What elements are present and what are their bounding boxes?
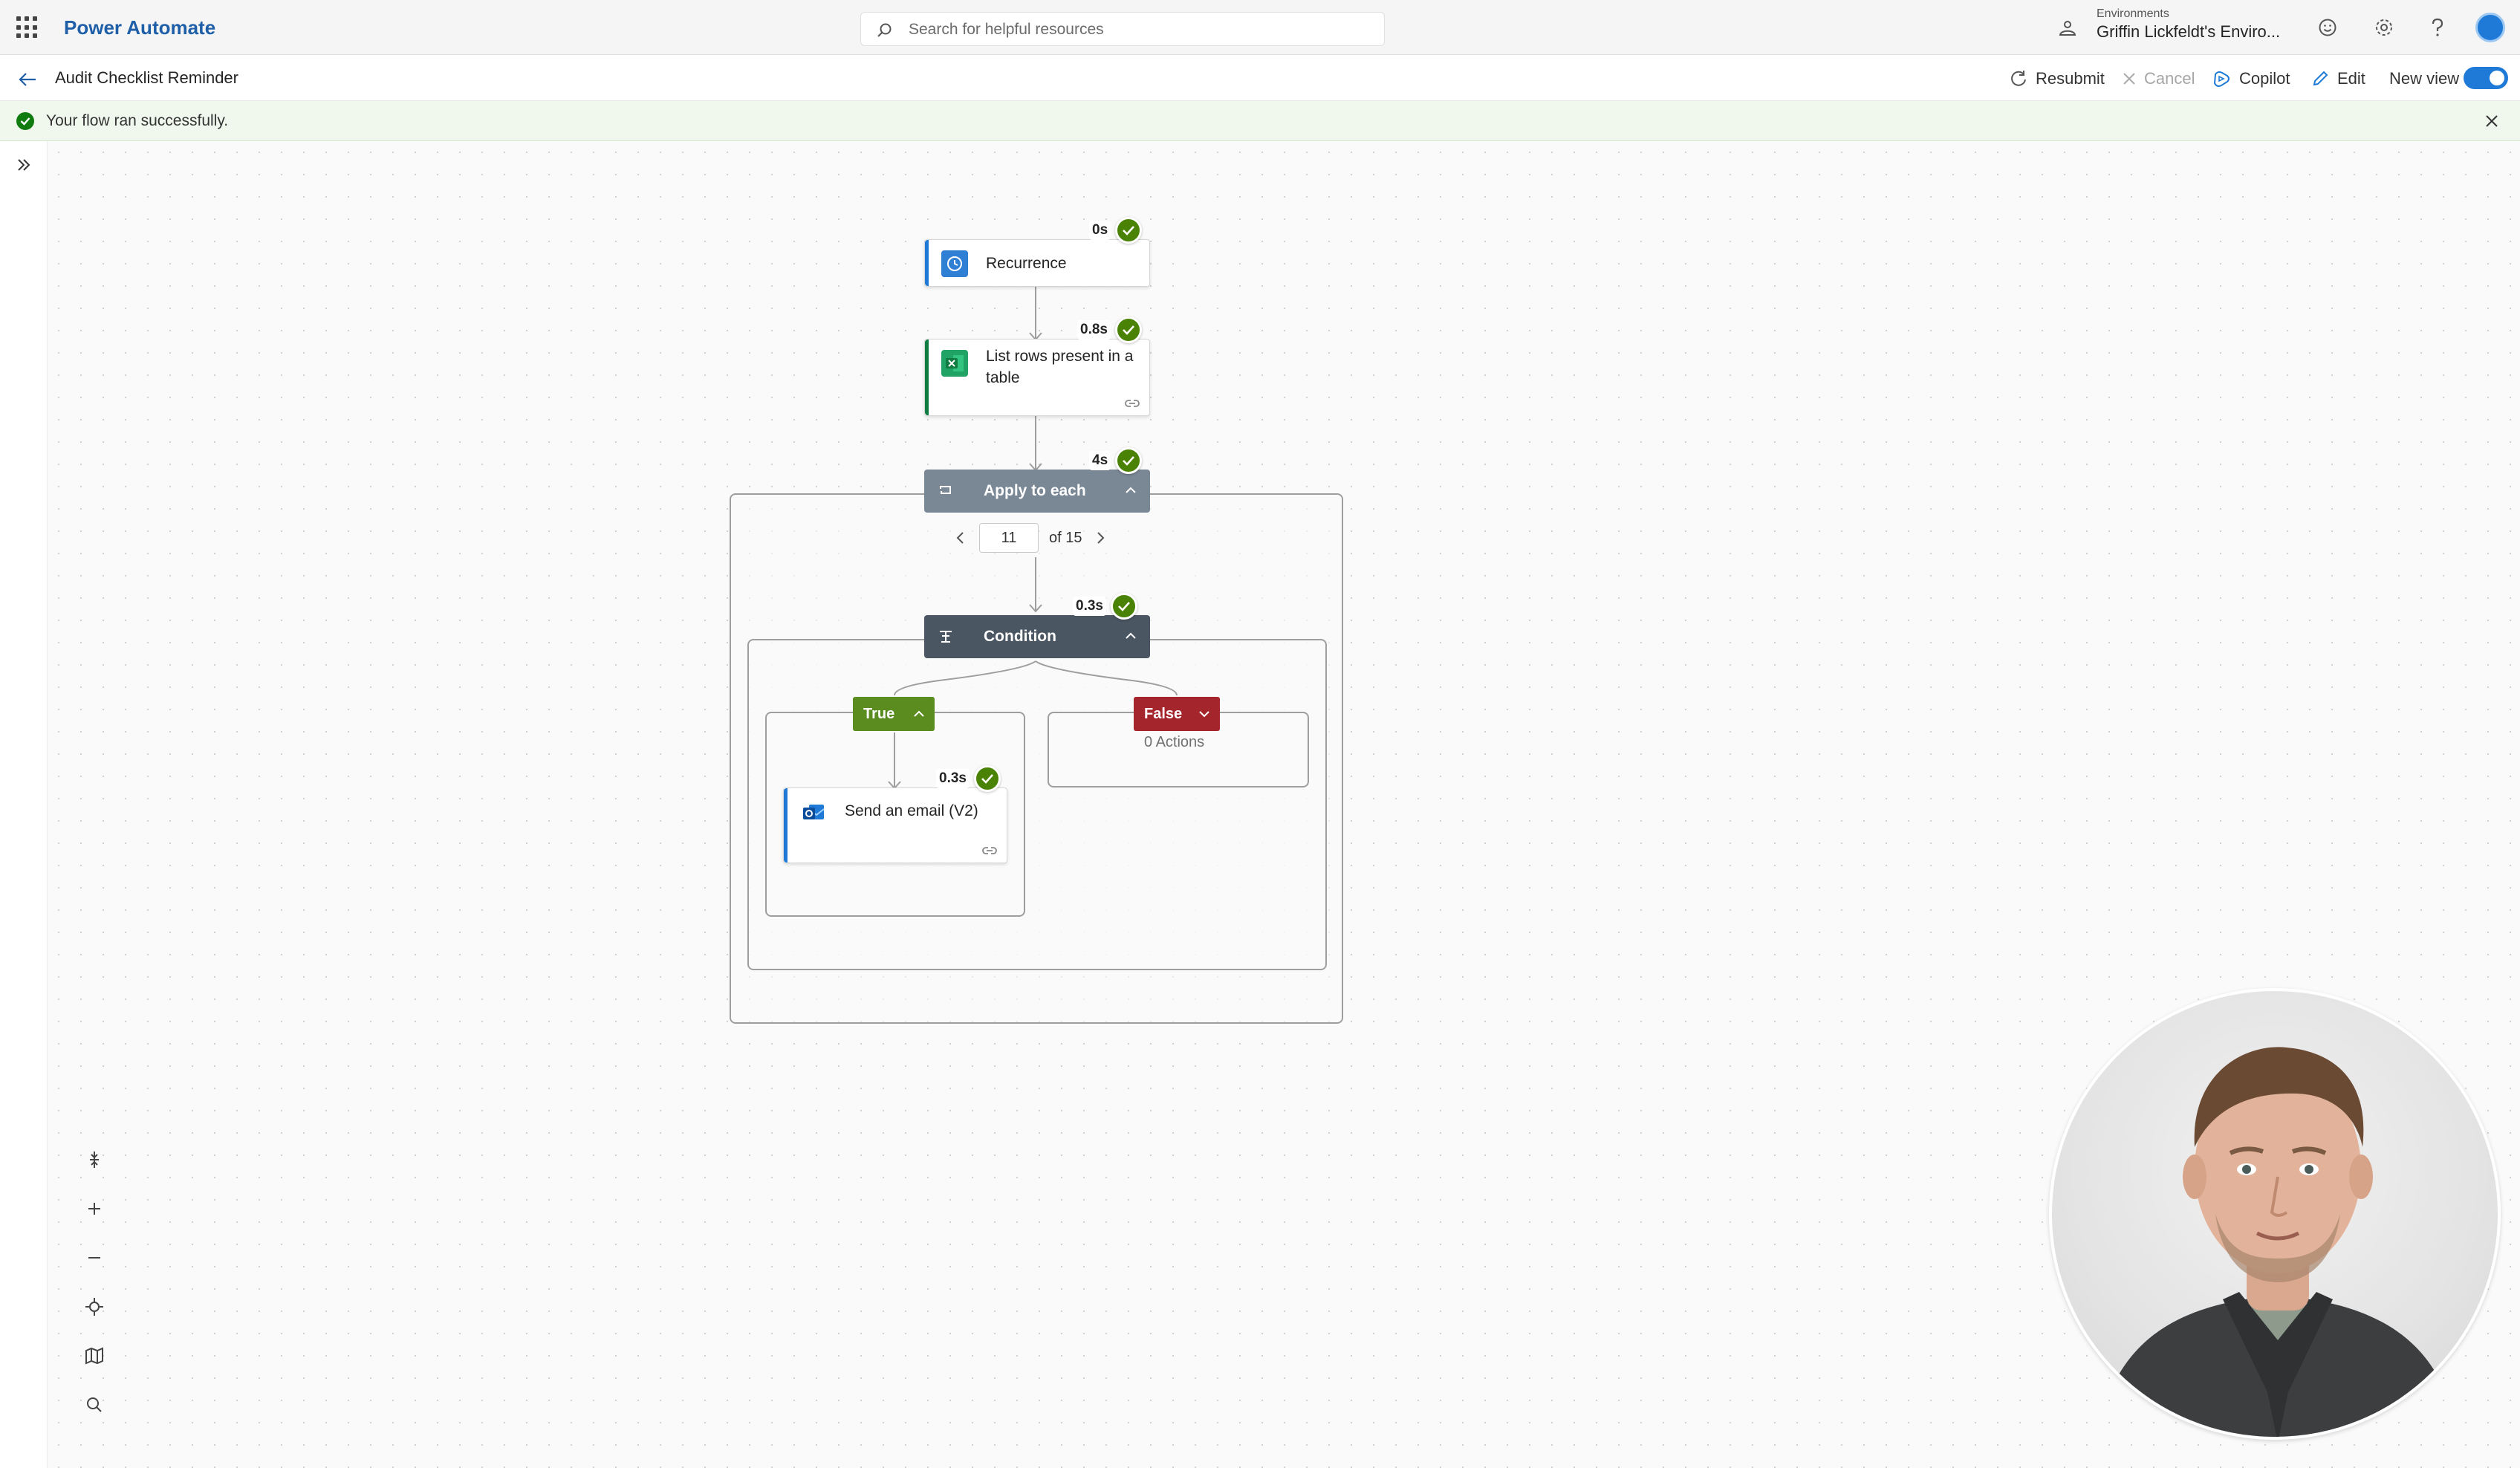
- search-icon[interactable]: [77, 1388, 111, 1422]
- gear-icon[interactable]: [2373, 16, 2395, 39]
- close-icon[interactable]: [2481, 111, 2502, 131]
- environment-label: Environments: [2097, 7, 2169, 20]
- new-view-toggle[interactable]: [2464, 67, 2508, 89]
- account-avatar[interactable]: [2475, 13, 2505, 42]
- minus-icon[interactable]: [77, 1241, 111, 1275]
- list-rows-card[interactable]: List rows present in a table: [924, 339, 1150, 416]
- false-branch-text: False: [1144, 706, 1183, 722]
- send-email-status: 0.3s: [936, 765, 1001, 792]
- checkmark-icon: [1114, 316, 1142, 343]
- close-icon: [2123, 73, 2135, 85]
- condition-duration: 0.3s: [1073, 597, 1106, 616]
- link-icon: [1125, 400, 1140, 407]
- outlook-icon: [800, 799, 827, 825]
- link-icon: [982, 847, 997, 854]
- center-icon[interactable]: [77, 1290, 111, 1324]
- banner-message: Your flow ran successfully.: [46, 112, 229, 129]
- copilot-icon: [2213, 71, 2230, 87]
- map-icon[interactable]: [77, 1339, 111, 1373]
- checkmark-circle-icon: [16, 112, 34, 130]
- success-banner: Your flow ran successfully.: [0, 101, 2520, 141]
- app-name[interactable]: Power Automate: [64, 16, 215, 39]
- arrow-left-icon[interactable]: [16, 68, 39, 91]
- flow-title: Audit Checklist Reminder: [55, 68, 238, 87]
- webcam-overlay: [2049, 988, 2501, 1440]
- excel-icon: [941, 350, 968, 377]
- double-chevron-right-icon[interactable]: [13, 155, 34, 175]
- apply-to-each-status: 4s: [1089, 447, 1143, 474]
- smiley-icon[interactable]: [2316, 16, 2339, 39]
- send-email-label: Send an email (V2): [845, 802, 978, 819]
- true-branch-label[interactable]: True: [853, 697, 935, 731]
- search-input[interactable]: [909, 19, 1354, 41]
- false-branch-actions: 0 Actions: [1144, 734, 1205, 750]
- checkmark-icon: [973, 765, 1001, 792]
- recurrence-card[interactable]: Recurrence: [924, 239, 1150, 287]
- edit-button[interactable]: Edit: [2310, 67, 2365, 91]
- loop-icon: [940, 486, 951, 494]
- top-bar: Power Automate Environments Griffin Lick…: [0, 0, 2520, 55]
- pencil-icon: [2313, 71, 2328, 86]
- condition-header[interactable]: Condition: [924, 615, 1150, 658]
- recurrence-duration: 0s: [1089, 221, 1111, 240]
- environment-name[interactable]: Griffin Lickfeldt's Enviro...: [2097, 22, 2280, 42]
- list-rows-status: 0.8s: [1077, 316, 1142, 343]
- send-email-card[interactable]: Send an email (V2): [783, 787, 1007, 863]
- checkmark-icon: [1115, 217, 1143, 244]
- clock-icon: [941, 250, 968, 277]
- chevron-down-icon[interactable]: [1196, 706, 1212, 722]
- list-rows-label: List rows present in a table: [986, 348, 1134, 386]
- checkmark-icon: [1110, 593, 1137, 620]
- canvas-controls: [64, 1143, 125, 1440]
- search-box[interactable]: [860, 12, 1385, 46]
- fit-view-icon[interactable]: [77, 1143, 111, 1177]
- copilot-button[interactable]: Copilot: [2211, 67, 2290, 91]
- iteration-total: of 15: [1049, 529, 1082, 546]
- chevron-up-icon[interactable]: [1122, 627, 1140, 645]
- chevron-right-icon[interactable]: [1092, 530, 1108, 546]
- send-email-duration: 0.3s: [936, 769, 970, 788]
- resubmit-button[interactable]: Resubmit: [2009, 67, 2105, 91]
- cancel-button[interactable]: Cancel: [2122, 67, 2195, 91]
- left-rail: [0, 141, 48, 1468]
- recurrence-label: Recurrence: [986, 255, 1067, 272]
- edit-label: Edit: [2337, 69, 2365, 88]
- chevron-up-icon[interactable]: [911, 706, 927, 722]
- condition-icon: [940, 631, 952, 643]
- command-bar: Audit Checklist Reminder Resubmit Cancel…: [0, 55, 2520, 101]
- apply-to-each-duration: 4s: [1089, 451, 1111, 470]
- search-icon: [877, 23, 892, 37]
- plus-icon[interactable]: [77, 1192, 111, 1226]
- apply-to-each-label: Apply to each: [984, 482, 1086, 499]
- recurrence-status: 0s: [1089, 217, 1143, 244]
- iteration-input[interactable]: [979, 523, 1039, 553]
- cancel-label: Cancel: [2144, 69, 2195, 88]
- condition-label: Condition: [984, 628, 1056, 645]
- true-branch-text: True: [863, 706, 895, 722]
- false-branch-label[interactable]: False: [1134, 697, 1220, 731]
- help-icon[interactable]: [2426, 16, 2449, 39]
- chevron-up-icon[interactable]: [1122, 481, 1140, 499]
- new-view-label: New view: [2389, 69, 2460, 88]
- environment-picker[interactable]: Environments Griffin Lickfeldt's Enviro.…: [2058, 7, 2281, 48]
- list-rows-duration: 0.8s: [1077, 320, 1111, 340]
- iteration-pager: of 15: [952, 523, 1108, 553]
- apply-to-each-header[interactable]: Apply to each: [924, 470, 1150, 513]
- waffle-icon[interactable]: [16, 16, 39, 39]
- condition-status: 0.3s: [1073, 593, 1137, 620]
- checkmark-icon: [1115, 447, 1143, 474]
- refresh-icon: [2011, 71, 2026, 86]
- resubmit-label: Resubmit: [2036, 69, 2105, 88]
- copilot-label: Copilot: [2239, 69, 2290, 88]
- environment-icon: [2059, 21, 2076, 36]
- presenter-video: [2097, 1047, 2458, 1437]
- chevron-left-icon[interactable]: [952, 530, 969, 546]
